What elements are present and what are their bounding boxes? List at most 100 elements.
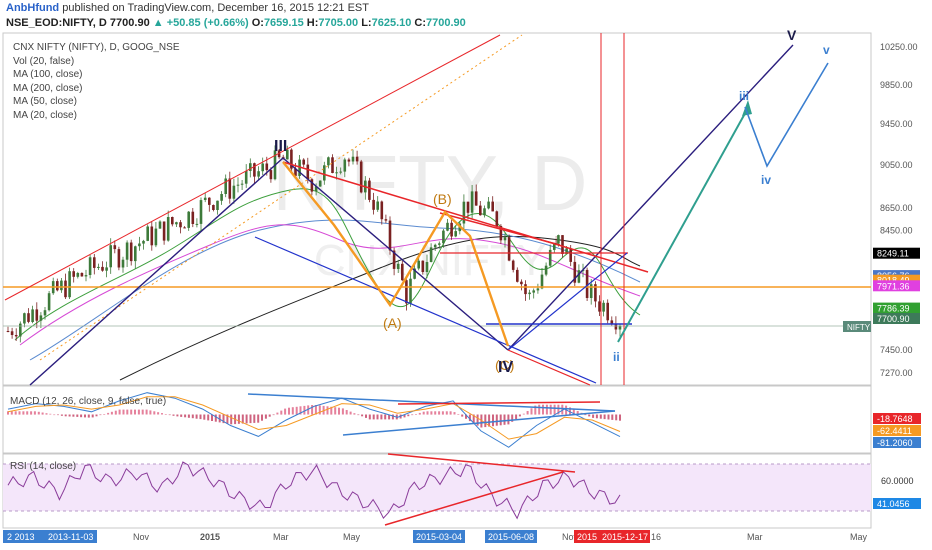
candle-body [146, 226, 149, 241]
time-axis[interactable]: 2 2013 2013-11-03 Nov 2015 Mar May 2015-… [3, 530, 871, 548]
candle-body [27, 313, 30, 322]
macd-hist-bar [284, 408, 287, 415]
legend-item-vol[interactable]: Vol (20, false) [13, 55, 180, 69]
nifty-tag: NIFTY [847, 323, 871, 332]
macd-hist-bar [191, 414, 194, 419]
candle-body [470, 191, 474, 213]
candle-body [520, 281, 523, 285]
candle-body [244, 171, 248, 184]
candle-body [154, 228, 158, 246]
legend-item-ma200[interactable]: MA (200, close) [13, 82, 180, 96]
candle-body [323, 165, 326, 181]
macd-hist-bar [361, 414, 364, 417]
candle-body [191, 211, 195, 224]
macd-hist-bar [141, 409, 144, 415]
macd-hist-bar [80, 414, 83, 418]
candle-body [474, 191, 478, 206]
macd-hist-bar [153, 411, 156, 415]
macd-hist-bar [195, 414, 198, 419]
macd-hist-bar [453, 412, 456, 415]
wave-label-b: (B) [433, 191, 452, 207]
candle-body [557, 235, 560, 244]
macd-hist-bar [180, 414, 183, 417]
candle-body [84, 275, 88, 277]
macd-hist-bar [365, 414, 367, 418]
candle-body [495, 211, 499, 226]
candle-body [466, 201, 470, 213]
candle-body [187, 211, 190, 228]
candle-body [14, 335, 18, 337]
macd-hist-bar [237, 414, 240, 424]
wave-label-iv-minor: iv [761, 173, 771, 187]
price-axis[interactable]: 10250.00 9850.00 9450.00 9050.00 8650.00 8450… [880, 42, 918, 378]
candle-body [183, 227, 186, 229]
macd-hist-bar [611, 414, 614, 420]
time-box-2: 2013-11-03 [48, 532, 93, 542]
macd-hist-bar [91, 414, 94, 418]
macd-hist-bar [599, 414, 602, 419]
macd-hist-bar [22, 411, 25, 415]
macd-hist-bar [542, 404, 544, 415]
candle-body [479, 205, 482, 216]
macd-hist-bar [588, 414, 591, 417]
macd-flag-signal: -62.4411 [877, 426, 912, 436]
candle-body [64, 280, 67, 298]
macd-hist-bar [280, 410, 283, 415]
macd-hist-bar [295, 406, 298, 415]
legend-item-ma100[interactable]: MA (100, close) [13, 68, 180, 82]
candle-body [236, 184, 240, 186]
candle-body [216, 200, 219, 210]
macd-hist-bar [122, 409, 125, 415]
macd-hist-bar [376, 414, 379, 420]
candle-body [442, 230, 445, 244]
candle-body [384, 219, 388, 221]
time-box-5: 2015 [577, 532, 597, 542]
legend-item-ma20[interactable]: MA (20, close) [13, 109, 180, 123]
candle-body [47, 293, 51, 311]
macd-hist-bar [57, 414, 59, 416]
candle-body [544, 265, 548, 275]
legend-item-ma50[interactable]: MA (50, close) [13, 95, 180, 109]
candle-body [19, 323, 22, 337]
candle-body [195, 223, 199, 225]
candle-body [417, 260, 420, 269]
candle-body [101, 266, 104, 271]
macd-hist-bar [603, 414, 606, 420]
candle-body [31, 309, 34, 322]
macd-hist-bar [176, 414, 179, 417]
macd-hist-bar [268, 414, 271, 417]
macd-hist-bar [95, 414, 98, 417]
macd-hist-bar [107, 412, 110, 415]
rsi-title: RSI (14, close) [10, 461, 76, 472]
macd-hist-bar [253, 414, 256, 423]
candle-body [43, 310, 47, 316]
macd-hist-bar [276, 412, 279, 415]
candle-body [265, 163, 269, 171]
macd-hist-bar [68, 414, 71, 417]
candle-body [438, 243, 441, 245]
macd-hist-bar [522, 413, 525, 415]
macd-hist-bar [14, 411, 17, 415]
macd-hist-bar [87, 414, 90, 418]
time-tick-may: May [343, 532, 361, 542]
candle-body [261, 163, 264, 172]
macd-hist-bar [318, 405, 321, 415]
time-tick-may-2: May [850, 532, 868, 542]
macd-hist-bar [422, 411, 425, 415]
candle-body [380, 201, 384, 220]
legend-title: CNX NIFTY (NIFTY), D, GOOG_NSE [13, 42, 180, 53]
candle-body [524, 284, 527, 295]
macd-hist-bar [164, 414, 167, 415]
wave-label-iii-minor: iii [739, 89, 749, 103]
candle-body [606, 302, 609, 321]
macd-hist-bar [288, 407, 290, 415]
macd-hist-bar [545, 404, 548, 415]
candle-body [532, 290, 535, 293]
candle-body [129, 242, 133, 262]
macd-hist-bar [434, 411, 437, 415]
price-flag-3: 7971.36 [877, 281, 910, 291]
candle-body [23, 313, 26, 324]
candle-body [220, 194, 223, 201]
macd-hist-bar [538, 404, 541, 415]
candle-body [150, 226, 154, 246]
